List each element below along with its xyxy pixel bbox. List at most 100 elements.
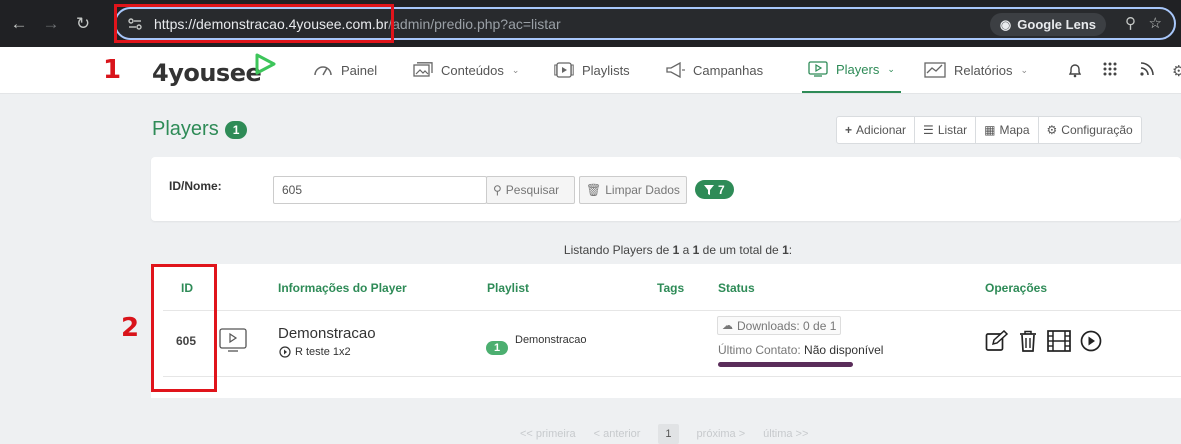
id-name-input[interactable]: [273, 176, 487, 204]
annotation-label-2: 2: [121, 313, 140, 343]
gauge-icon: [314, 66, 332, 76]
playlist-name[interactable]: Demonstracao: [515, 334, 587, 346]
downloads-badge: ☁ Downloads: 0 de 1: [717, 316, 842, 335]
playlist-icon: [554, 62, 574, 78]
pager-first[interactable]: << primeira: [520, 428, 576, 440]
listing-summary: Listando Players de 1 a 1 de um total de…: [0, 243, 1181, 257]
map-label: Mapa: [999, 123, 1030, 137]
pager-current[interactable]: 1: [658, 424, 679, 444]
nav-players[interactable]: Players ⌄: [802, 47, 901, 93]
config-button[interactable]: ⚙ Configuração: [1039, 117, 1141, 143]
search-button[interactable]: ⚲ Pesquisar: [486, 176, 575, 204]
filter-panel: ID/Nome: ⚲Pesquisar 🗑Limpar Dados 7: [151, 157, 1181, 221]
nav-label: Relatórios: [954, 62, 1013, 78]
pager-prev[interactable]: < anterior: [594, 428, 641, 440]
bell-icon[interactable]: [1067, 62, 1083, 82]
reload-icon[interactable]: ↻: [70, 11, 96, 37]
pagination: << primeira < anterior 1 próxima > últim…: [520, 424, 808, 444]
nav-label: Campanhas: [693, 62, 764, 78]
map-icon: ▦: [984, 123, 996, 137]
map-button[interactable]: ▦ Mapa: [976, 117, 1039, 143]
config-label: Configuração: [1061, 123, 1133, 137]
trash-icon[interactable]: [1018, 330, 1038, 352]
nav-conteudos[interactable]: Conteúdos ⌄: [413, 47, 519, 93]
report-chart-icon: [924, 62, 946, 78]
logo-play-icon: [255, 53, 276, 75]
back-icon[interactable]: ←: [6, 11, 32, 37]
player-subinfo: R teste 1x2: [279, 346, 351, 358]
apps-grid-icon[interactable]: [1103, 62, 1117, 80]
google-lens-button[interactable]: ◉ Google Lens: [989, 13, 1106, 36]
lens-icon: ◉: [999, 16, 1012, 32]
listing-total: 1: [782, 243, 789, 257]
nav-playlists[interactable]: Playlists: [554, 47, 630, 93]
megaphone-icon: [666, 62, 685, 78]
page-actions: + Adicionar ☰ Listar ▦ Mapa ⚙ Configuração: [836, 116, 1142, 144]
clear-label: Limpar Dados: [605, 183, 680, 197]
operations: [985, 330, 1102, 352]
app-navbar: 4yousee Painel Conteúdos ⌄ Playlists Cam…: [0, 47, 1181, 94]
chevron-down-icon: ⌄: [1020, 64, 1029, 75]
search-label: Pesquisar: [505, 183, 560, 197]
filter-count: 7: [718, 182, 725, 197]
forward-icon[interactable]: →: [38, 11, 64, 37]
list-button[interactable]: ☰ Listar: [915, 117, 977, 143]
nav-label: Painel: [341, 62, 378, 78]
pager-last[interactable]: última >>: [763, 428, 808, 440]
trash-icon: 🗑: [586, 183, 602, 197]
gear-icon[interactable]: ⚙: [1172, 62, 1181, 80]
last-contact: Último Contato: Não disponível: [718, 343, 883, 357]
nav-label: Conteúdos: [441, 62, 504, 78]
pager-next[interactable]: próxima >: [697, 428, 746, 440]
header-playlist[interactable]: Playlist: [487, 281, 529, 295]
add-button[interactable]: + Adicionar: [837, 117, 916, 143]
logo[interactable]: 4yousee: [152, 59, 262, 87]
listing-total-text: de um total de: [699, 243, 783, 257]
playlist-count-badge: 1: [486, 341, 509, 355]
annotation-label-1: 1: [103, 55, 122, 85]
image-icon: [413, 62, 433, 77]
header-info[interactable]: Informações do Player: [278, 281, 407, 295]
player-count-badge: 1: [224, 120, 248, 139]
add-label: Adicionar: [856, 123, 907, 137]
annotation-box-url: [114, 4, 394, 43]
listing-suffix: :: [788, 243, 793, 257]
downloads-label: Downloads: 0 de 1: [737, 318, 837, 333]
film-icon[interactable]: [1047, 330, 1071, 352]
header-operations[interactable]: Operações: [985, 281, 1047, 295]
page-title: Players 1: [152, 118, 248, 141]
play-circle-icon: [279, 346, 291, 358]
zoom-icon[interactable]: ⚲: [1125, 14, 1136, 32]
chevron-down-icon: ⌄: [887, 63, 895, 74]
star-icon[interactable]: ☆: [1149, 14, 1162, 32]
nav-relatorios[interactable]: Relatórios ⌄: [924, 47, 1028, 93]
nav-label: Playlists: [582, 62, 630, 78]
last-contact-value: Não disponível: [804, 343, 884, 357]
edit-icon[interactable]: [985, 330, 1009, 352]
status-bar: [718, 362, 853, 367]
gear-icon: ⚙: [1046, 123, 1058, 137]
filter-icon: [704, 184, 714, 195]
listing-prefix: Listando Players de: [563, 243, 673, 257]
rss-icon[interactable]: [1140, 62, 1154, 80]
cloud-download-icon: ☁: [722, 320, 733, 332]
id-name-label: ID/Nome:: [169, 179, 222, 193]
nav-painel[interactable]: Painel: [313, 47, 377, 93]
listing-mid: a: [679, 243, 693, 257]
clear-button[interactable]: 🗑 Limpar Dados: [579, 176, 687, 204]
plus-icon: +: [845, 123, 853, 137]
player-name[interactable]: Demonstracao: [278, 325, 376, 342]
play-icon[interactable]: [1080, 330, 1102, 352]
lens-label: Google Lens: [1017, 17, 1096, 32]
annotation-box-id: [151, 264, 217, 392]
filter-badge[interactable]: 7: [695, 180, 734, 199]
last-contact-label: Último Contato:: [718, 343, 801, 357]
header-status[interactable]: Status: [718, 281, 755, 295]
nav-label: Players: [836, 61, 880, 77]
nav-campanhas[interactable]: Campanhas: [665, 47, 763, 93]
player-sub-label: R teste 1x2: [295, 346, 351, 358]
list-icon: ☰: [923, 123, 934, 137]
list-label: Listar: [937, 123, 968, 137]
page-title-text: Players: [152, 118, 219, 140]
header-tags[interactable]: Tags: [657, 281, 684, 295]
